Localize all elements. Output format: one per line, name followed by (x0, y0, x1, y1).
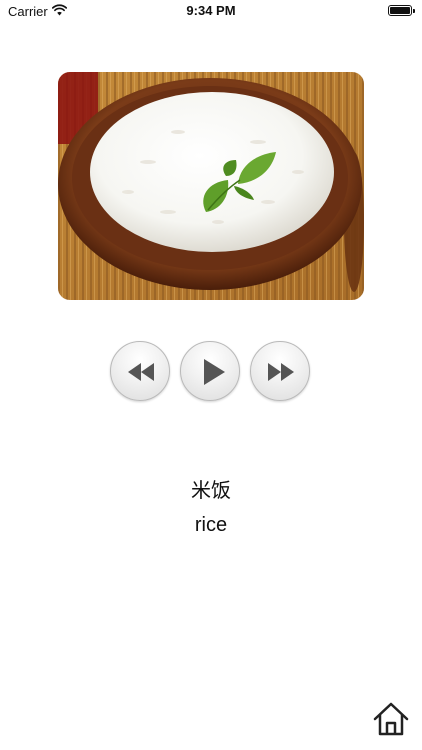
word-chinese: 米饭 (191, 478, 231, 502)
play-icon (204, 359, 225, 385)
status-time: 9:34 PM (186, 3, 236, 18)
fast-forward-icon (268, 363, 294, 381)
battery-icon (388, 5, 415, 16)
rewind-icon (128, 363, 154, 381)
food-image (58, 72, 364, 300)
playback-controls (110, 341, 312, 403)
word-english: rice (194, 514, 228, 536)
play-button[interactable] (180, 341, 240, 401)
home-button[interactable] (372, 700, 410, 738)
fast-forward-button[interactable] (250, 341, 310, 401)
status-bar: Carrier 9:34 PM (0, 0, 422, 22)
home-icon (373, 702, 409, 736)
rewind-button[interactable] (110, 341, 170, 401)
